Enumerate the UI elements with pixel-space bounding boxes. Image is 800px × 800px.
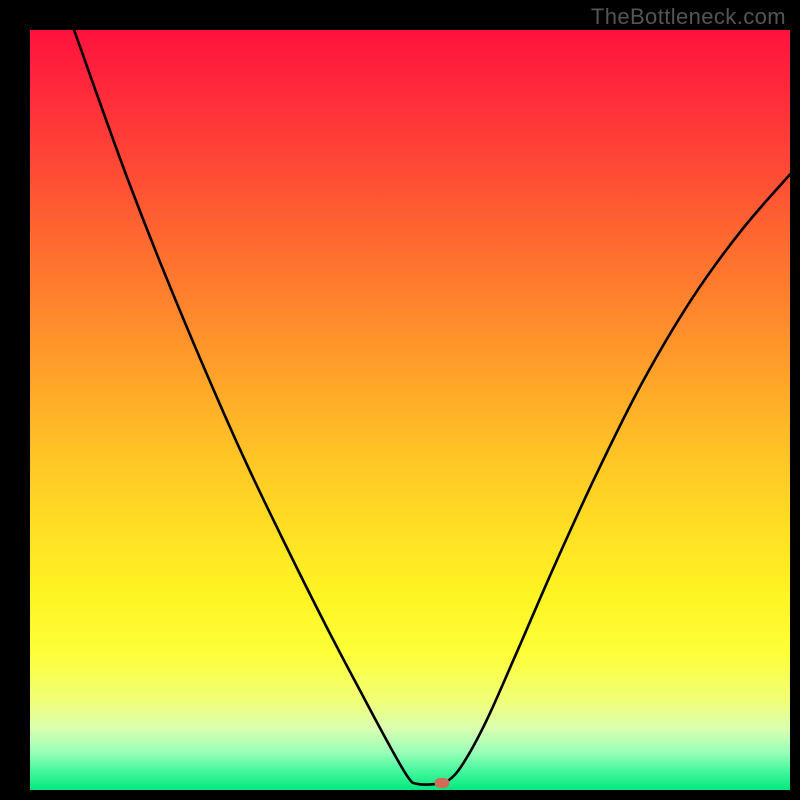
watermark-label: TheBottleneck.com — [591, 4, 786, 30]
chart-frame: TheBottleneck.com — [0, 0, 800, 800]
plot-area — [30, 30, 790, 790]
optimum-marker — [434, 778, 449, 788]
bottleneck-curve — [30, 30, 790, 790]
